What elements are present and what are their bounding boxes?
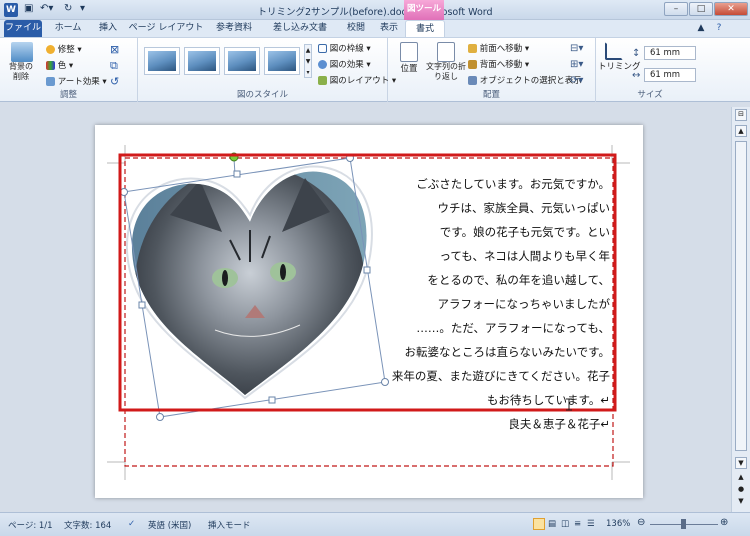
resize-handle-icon[interactable] — [120, 188, 128, 196]
zoom-slider-thumb[interactable] — [681, 519, 686, 529]
status-page[interactable]: ページ: 1/1 — [8, 519, 53, 531]
text-line: です。娘の花子も元気です。とい — [439, 225, 610, 239]
text-line: お転婆なところは直らないみたいです。 — [404, 345, 610, 359]
text-line: ウチは、家族全員、元気いっぱい — [437, 201, 611, 215]
web-layout-view-icon[interactable]: ◫ — [561, 519, 569, 529]
document-body-text[interactable]: ごぶさたしています。お元気ですか。 ウチは、家族全員、元気いっぱい です。娘の花… — [300, 172, 610, 436]
zoom-level[interactable]: 136% — [606, 519, 630, 529]
proofing-icon[interactable]: ✓ — [128, 519, 135, 529]
zoom-out-icon[interactable]: ⊖ — [637, 517, 645, 528]
signature-line: 良夫＆恵子＆花子↵ — [508, 417, 610, 431]
resize-handle-icon[interactable] — [268, 396, 276, 404]
full-screen-view-icon[interactable]: ▤ — [548, 519, 556, 529]
resize-handle-icon[interactable] — [156, 413, 164, 421]
text-line: ……。ただ、アラフォーになっても、 — [416, 321, 610, 335]
text-line: ごぶさたしています。お元気ですか。 — [416, 177, 610, 191]
resize-handle-icon[interactable] — [138, 301, 146, 309]
text-line: をとるので、私の年を追い越して、 — [427, 273, 610, 287]
text-line: っても、ネコは人間よりも早く年 — [439, 249, 610, 263]
print-layout-view-icon[interactable] — [533, 518, 545, 530]
status-language[interactable]: 英語 (米国) — [148, 519, 191, 531]
zoom-in-icon[interactable]: ⊕ — [720, 517, 728, 528]
status-word-count[interactable]: 文字数: 164 — [64, 519, 111, 531]
outline-view-icon[interactable]: ≡ — [574, 519, 581, 529]
text-line: もお待ちしています。↵ — [486, 393, 610, 407]
status-bar: ページ: 1/1 文字数: 164 ✓ 英語 (米国) 挿入モード ▤ ◫ ≡ … — [0, 512, 750, 536]
text-line: アラフォーになっちゃいましたが — [437, 297, 611, 311]
resize-handle-icon[interactable] — [233, 170, 241, 178]
status-insert-mode[interactable]: 挿入モード — [208, 519, 251, 531]
draft-view-icon[interactable]: ☰ — [587, 519, 595, 529]
text-line: 来年の夏、また遊びにきてください。花子 — [391, 369, 610, 383]
